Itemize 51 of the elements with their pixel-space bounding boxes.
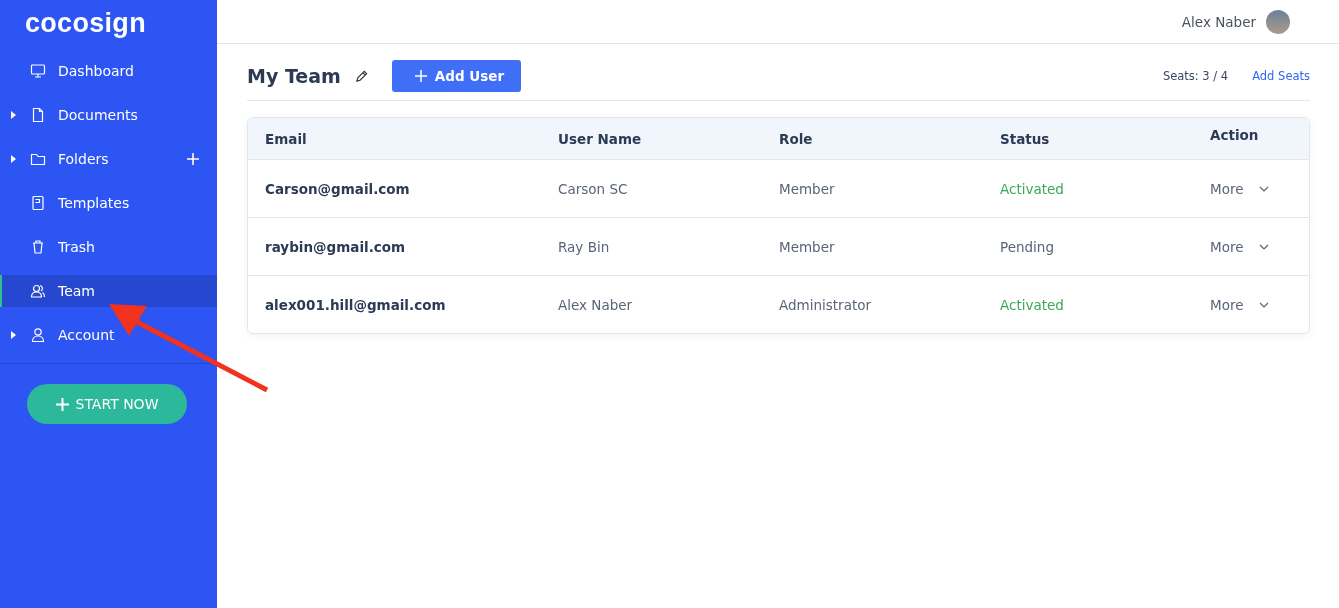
- sidebar-item[interactable]: Team: [0, 275, 217, 307]
- sidebar-item[interactable]: Account: [0, 319, 217, 351]
- column-header: User Name: [558, 130, 643, 147]
- sidebar-item[interactable]: Templates: [0, 187, 217, 219]
- sidebar-item[interactable]: Dashboard: [0, 55, 217, 87]
- status-text: Activated: [1000, 296, 1065, 313]
- table-cell-text: Carson SC: [558, 180, 629, 197]
- table-cell-text: alex001.hill@gmail.com: [265, 296, 447, 313]
- table-cell-text: Carson@gmail.com: [265, 180, 411, 197]
- caret-icon: [11, 331, 16, 339]
- column-header: Role: [779, 130, 814, 147]
- plus-icon: [55, 397, 69, 411]
- logo: cocosign: [24, 7, 147, 40]
- monitor-icon: [30, 63, 46, 79]
- chevron-down-icon: [1259, 185, 1270, 192]
- caret-icon: [11, 111, 16, 119]
- folder-icon: [30, 151, 46, 167]
- sidebar-item[interactable]: Documents: [0, 99, 217, 131]
- caret-icon: [11, 155, 16, 163]
- person-icon: [30, 327, 46, 343]
- user-name[interactable]: Alex Naber: [1181, 13, 1256, 30]
- table-cell-text: Alex Naber: [558, 296, 634, 313]
- table-cell-text: Member: [779, 180, 836, 197]
- table-cell-text: Ray Bin: [558, 238, 611, 255]
- sidebar-item[interactable]: Trash: [0, 231, 217, 263]
- document-icon: [30, 107, 46, 123]
- more-dropdown[interactable]: More: [1210, 180, 1270, 197]
- table-cell-text: raybin@gmail.com: [265, 238, 407, 255]
- column-header: Action: [1210, 126, 1260, 143]
- chevron-down-icon: [1259, 301, 1270, 308]
- status-text: Pending: [1000, 238, 1055, 255]
- sidebar-item[interactable]: Folders: [0, 143, 217, 175]
- page-title: My Team: [247, 65, 341, 87]
- seats-count: Seats: 3 / 4: [1162, 69, 1229, 83]
- more-dropdown[interactable]: More: [1210, 238, 1270, 255]
- people-icon: [30, 283, 46, 299]
- plus-icon: [414, 70, 427, 82]
- add-folder-icon[interactable]: [187, 153, 199, 165]
- add-user-button[interactable]: Add User: [391, 60, 522, 92]
- status-text: Activated: [1000, 180, 1065, 197]
- more-dropdown[interactable]: More: [1210, 296, 1270, 313]
- template-icon: [30, 195, 46, 211]
- table-cell-text: Administrator: [779, 296, 873, 313]
- column-header: Status: [1000, 130, 1051, 147]
- chevron-down-icon: [1259, 243, 1270, 250]
- edit-icon[interactable]: [354, 69, 368, 83]
- avatar[interactable]: [1266, 9, 1290, 34]
- add-seats-link[interactable]: Add Seats: [1252, 69, 1310, 83]
- table-cell-text: Member: [779, 238, 836, 255]
- column-header: Email: [265, 130, 308, 147]
- trash-icon: [30, 239, 46, 255]
